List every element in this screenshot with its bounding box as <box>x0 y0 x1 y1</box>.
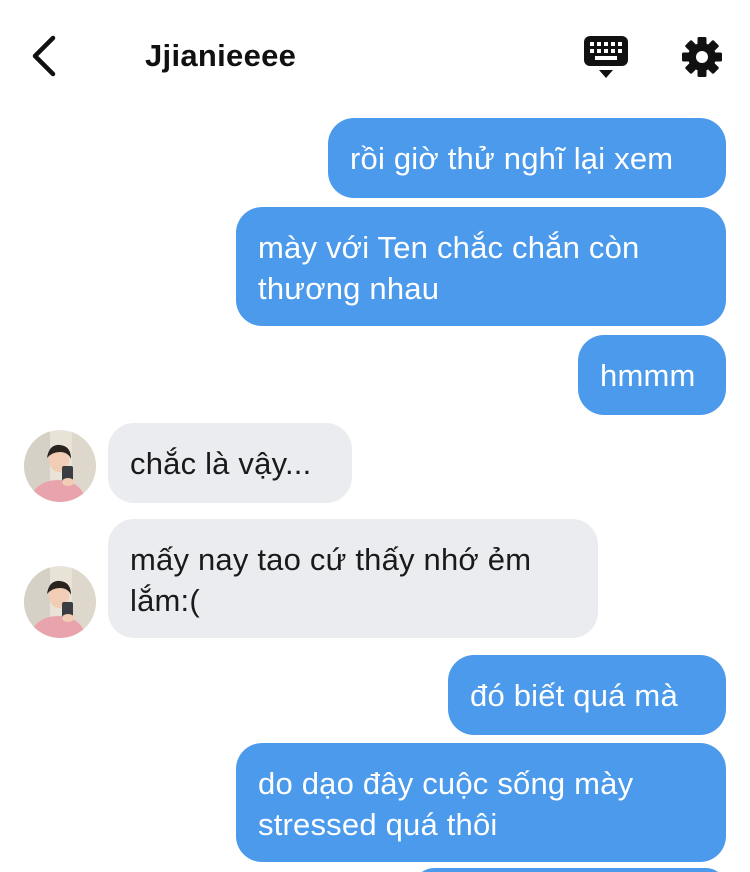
avatar[interactable] <box>24 430 96 502</box>
chevron-left-icon <box>32 35 56 77</box>
conversation-title[interactable]: Jjianieeee <box>145 38 296 74</box>
sent-message[interactable]: mày với Ten chắc chắn còn thương nhau <box>236 207 726 326</box>
keyboard-icon <box>584 36 628 78</box>
sent-message[interactable]: đó biết quá mà <box>448 655 726 735</box>
gear-icon <box>682 37 722 77</box>
avatar[interactable] <box>24 566 96 638</box>
received-message[interactable]: chắc là vậy... <box>108 423 352 503</box>
sent-message[interactable]: rồi giờ thử nghĩ lại xem <box>328 118 726 198</box>
settings-button[interactable] <box>680 35 724 79</box>
keyboard-button[interactable] <box>582 34 630 80</box>
sent-message[interactable]: hmmm <box>578 335 726 415</box>
sent-message-partial[interactable] <box>414 868 726 872</box>
chat-header: Jjianieeee <box>0 0 750 110</box>
received-message[interactable]: mấy nay tao cứ thấy nhớ ẻm lắm:( <box>108 519 598 638</box>
sent-message[interactable]: do dạo đây cuộc sống mày stressed quá th… <box>236 743 726 862</box>
back-button[interactable] <box>22 34 66 78</box>
